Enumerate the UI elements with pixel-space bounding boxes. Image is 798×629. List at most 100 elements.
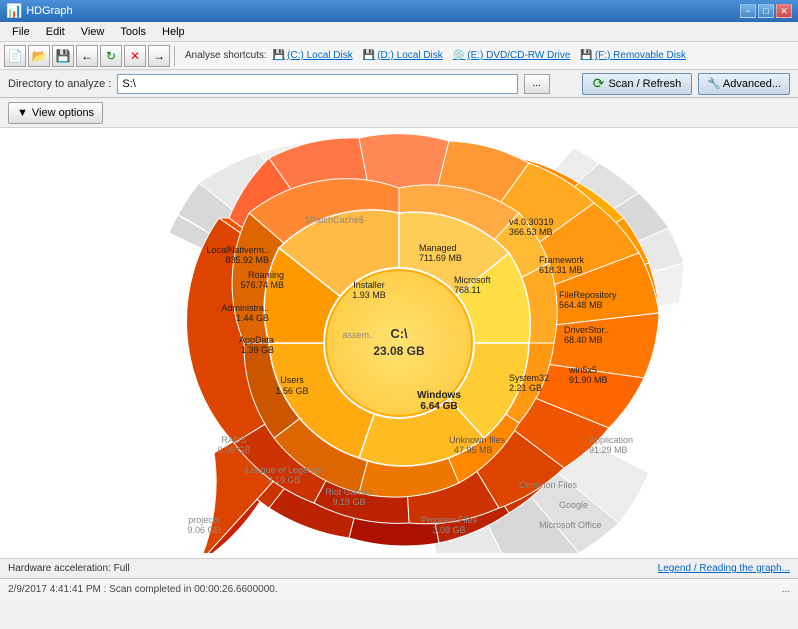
- label-managed-size: 711.69 MB: [419, 253, 462, 263]
- label-managed: Managed: [419, 243, 457, 253]
- svg-text:9.19 GB: 9.19 GB: [267, 475, 300, 485]
- path-browse-button[interactable]: ...: [524, 74, 550, 94]
- scan-info-text: 2/9/2017 4:41:41 PM : Scan completed in …: [8, 584, 278, 595]
- path-label: Directory to analyze :: [8, 78, 111, 90]
- stop-button[interactable]: ✕: [124, 45, 146, 67]
- restore-button[interactable]: □: [758, 4, 774, 18]
- view-options-button[interactable]: ▼ View options: [8, 102, 103, 124]
- menu-item-file[interactable]: File: [4, 24, 38, 40]
- scan-refresh-label: Scan / Refresh: [608, 78, 681, 90]
- shortcut-c-drive[interactable]: 💾 (C:) Local Disk: [273, 50, 353, 61]
- save-button[interactable]: 💾: [52, 45, 74, 67]
- svg-text:1.93 MB: 1.93 MB: [352, 290, 386, 300]
- view-options-label: View options: [32, 107, 94, 119]
- advanced-icon: 🔧: [707, 77, 721, 90]
- label-assem: assem..: [342, 330, 374, 340]
- shortcut-f-drive[interactable]: 💾 (F:) Removable Disk: [580, 50, 686, 61]
- svg-text:0.09 GB: 0.09 GB: [217, 445, 250, 455]
- path-input[interactable]: [117, 74, 517, 94]
- label-msoffice: Microsoft Office: [539, 520, 601, 530]
- label-microsoft: Microsoft: [454, 275, 491, 285]
- bottom-right-dots: ...: [782, 584, 790, 595]
- label-installer: Installer: [353, 280, 385, 290]
- d-drive-icon: 💾: [363, 50, 375, 61]
- advanced-button[interactable]: 🔧 Advanced...: [698, 73, 790, 95]
- title-bar-controls[interactable]: − □ ✕: [740, 4, 792, 18]
- label-roaming: Roaming: [248, 270, 284, 280]
- chevron-down-icon: ▼: [17, 107, 28, 119]
- shortcut-d-drive[interactable]: 💾 (D:) Local Disk: [363, 50, 443, 61]
- label-users: Users: [280, 375, 304, 385]
- svg-text:68.40 MB: 68.40 MB: [564, 335, 603, 345]
- menu-item-view[interactable]: View: [73, 24, 113, 40]
- bottom-bar: 2/9/2017 4:41:41 PM : Scan completed in …: [0, 578, 798, 600]
- title-bar-left: 📊 HDGraph: [6, 3, 73, 19]
- svg-text:3.08 GB: 3.08 GB: [432, 525, 465, 535]
- menu-bar: FileEditViewToolsHelp: [0, 22, 798, 42]
- label-system32: System32: [509, 373, 549, 383]
- center-drive-label: C:\: [390, 326, 408, 341]
- svg-text:9.06 GB: 9.06 GB: [187, 525, 220, 535]
- svg-text:9.19 GB: 9.19 GB: [332, 497, 365, 507]
- label-v4: v4.0.30319: [509, 217, 554, 227]
- label-appdata: AppData: [239, 335, 274, 345]
- title-bar: 📊 HDGraph − □ ✕: [0, 0, 798, 22]
- menu-item-help[interactable]: Help: [154, 24, 193, 40]
- label-patchcache: $PatchCache$: [305, 215, 364, 225]
- label-projects: projects: [188, 515, 220, 525]
- svg-text:1.56 GB: 1.56 GB: [275, 386, 308, 396]
- hw-acceleration-text: Hardware acceleration: Full: [8, 563, 130, 574]
- sunburst-chart[interactable]: C:\ 23.08 GB Managed 711.69 MB Installer…: [19, 133, 779, 553]
- toolbar: 📄 📂 💾 ← ↻ ✕ → Analyse shortcuts: 💾 (C:) …: [0, 42, 798, 70]
- label-localapp: LocalNativerm..: [206, 245, 269, 255]
- new-button[interactable]: 📄: [4, 45, 26, 67]
- chart-container[interactable]: C:\ 23.08 GB Managed 711.69 MB Installer…: [0, 128, 798, 558]
- e-drive-icon: 💿: [453, 50, 465, 61]
- svg-text:618.31 MB: 618.31 MB: [539, 265, 583, 275]
- svg-text:1.44 GB: 1.44 GB: [236, 313, 269, 323]
- svg-text:1.39 GB: 1.39 GB: [241, 345, 274, 355]
- svg-text:576.74 MB: 576.74 MB: [240, 280, 284, 290]
- svg-text:47.95 MB: 47.95 MB: [454, 445, 493, 455]
- scan-refresh-button[interactable]: ⟳ Scan / Refresh: [582, 73, 693, 95]
- label-google: Google: [559, 500, 588, 510]
- label-commonfiles: Common Files: [519, 480, 578, 490]
- label-windows: Windows: [417, 390, 461, 401]
- main-content: C:\ 23.08 GB Managed 711.69 MB Installer…: [0, 128, 798, 558]
- shortcuts-label: Analyse shortcuts:: [185, 50, 267, 61]
- f-drive-icon: 💾: [580, 50, 592, 61]
- minimize-button[interactable]: −: [740, 4, 756, 18]
- open-button[interactable]: 📂: [28, 45, 50, 67]
- c-drive-icon: 💾: [273, 50, 285, 61]
- svg-text:564.48 MB: 564.48 MB: [559, 300, 603, 310]
- label-riotgames: Riot Games: [325, 487, 373, 497]
- label-filerepository: FileRepository: [559, 290, 617, 300]
- label-programfiles: Program Files: [421, 515, 478, 525]
- forward-button[interactable]: →: [148, 45, 170, 67]
- menu-item-edit[interactable]: Edit: [38, 24, 73, 40]
- center-drive-size: 23.08 GB: [373, 344, 425, 358]
- app-title: HDGraph: [26, 5, 72, 17]
- shortcut-e-drive[interactable]: 💿 (E:) DVD/CD-RW Drive: [453, 50, 571, 61]
- refresh-button[interactable]: ↻: [100, 45, 122, 67]
- advanced-label: Advanced...: [723, 78, 781, 90]
- label-framework: Framework: [539, 255, 585, 265]
- svg-text:835.92 MB: 835.92 MB: [225, 255, 269, 265]
- svg-text:91.29 MB: 91.29 MB: [589, 445, 628, 455]
- label-rads: RADS: [221, 435, 246, 445]
- legend-button[interactable]: Legend / Reading the graph...: [658, 563, 790, 574]
- svg-text:91.90 MB: 91.90 MB: [569, 375, 608, 385]
- label-administration: Administra..: [221, 303, 269, 313]
- label-lol: League of Legends: [245, 465, 323, 475]
- scan-icon: ⟳: [593, 75, 605, 92]
- close-button[interactable]: ✕: [776, 4, 792, 18]
- back-button[interactable]: ←: [76, 45, 98, 67]
- label-driverstore: DriverStor..: [564, 325, 609, 335]
- menu-item-tools[interactable]: Tools: [112, 24, 154, 40]
- status-bar: Hardware acceleration: Full Legend / Rea…: [0, 558, 798, 578]
- svg-text:768.11: 768.11: [454, 285, 481, 295]
- toolbar-separator: [174, 46, 175, 66]
- label-win5x5: win5x5: [568, 365, 597, 375]
- label-unknown: Unknown files: [449, 435, 506, 445]
- svg-text:366.53 MB: 366.53 MB: [509, 227, 553, 237]
